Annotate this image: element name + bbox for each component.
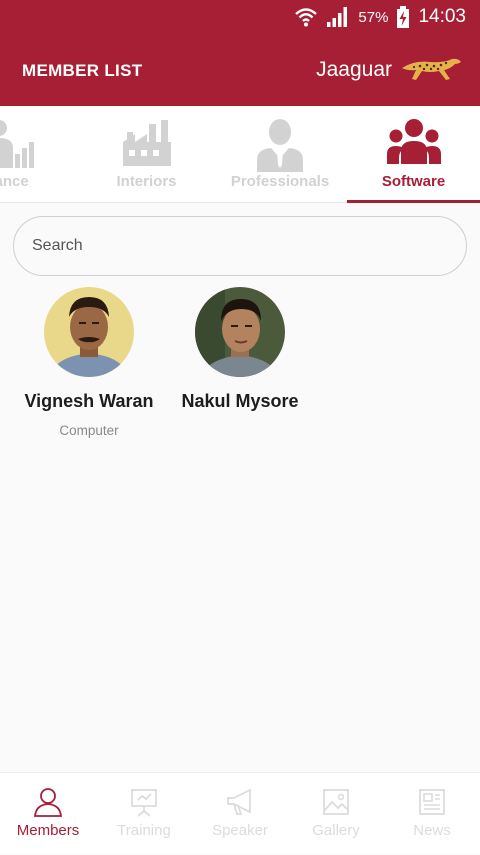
search-input[interactable] bbox=[32, 217, 452, 275]
bottom-navigation: Members Training Speaker Gallery News bbox=[0, 772, 480, 854]
factory-icon bbox=[122, 120, 171, 166]
tab-label: Professionals bbox=[230, 173, 330, 190]
nav-label: Gallery bbox=[312, 822, 360, 839]
newspaper-icon bbox=[419, 789, 445, 815]
tab-label: Software bbox=[381, 173, 446, 190]
tab-label: Interiors bbox=[116, 173, 177, 190]
group-icon bbox=[386, 119, 441, 164]
tab-software[interactable]: Software bbox=[347, 106, 480, 203]
member-name: Nakul Mysore bbox=[181, 391, 299, 411]
members-icon bbox=[34, 788, 62, 817]
member-name: Vignesh Waran bbox=[24, 391, 154, 411]
nav-label: Training bbox=[117, 822, 171, 839]
nav-news[interactable]: News bbox=[384, 773, 480, 855]
page-title: MEMBER LIST bbox=[22, 61, 143, 80]
search-box bbox=[13, 216, 467, 276]
bar-chart-icon bbox=[0, 120, 34, 168]
nav-members[interactable]: Members bbox=[0, 773, 96, 855]
tab-interiors[interactable]: Interiors bbox=[80, 106, 213, 203]
jaguar-logo-icon bbox=[402, 58, 461, 80]
brand-name: Jaaguar bbox=[316, 58, 392, 81]
status-bar: 57% 14:03 bbox=[0, 0, 480, 34]
member-category: Computer bbox=[59, 423, 119, 438]
nav-speaker[interactable]: Speaker bbox=[192, 773, 288, 855]
battery-percent: 57% bbox=[358, 8, 389, 26]
member-card[interactable]: Nakul Mysore bbox=[165, 287, 315, 423]
category-tabs: nance Interiors Professionals bbox=[0, 106, 480, 203]
megaphone-icon bbox=[227, 788, 251, 815]
nav-gallery[interactable]: Gallery bbox=[288, 773, 384, 855]
person-photo-icon bbox=[195, 287, 285, 377]
training-icon bbox=[131, 789, 157, 817]
tab-professionals[interactable]: Professionals bbox=[213, 106, 347, 203]
active-tab-indicator bbox=[347, 200, 480, 203]
tab-finance[interactable]: nance bbox=[0, 106, 82, 203]
nav-training[interactable]: Training bbox=[96, 773, 192, 855]
nav-label: News bbox=[413, 822, 451, 839]
clock: 14:03 bbox=[418, 6, 466, 27]
signal-icon bbox=[327, 7, 348, 27]
avatar bbox=[44, 287, 134, 377]
battery-charging-icon bbox=[397, 6, 410, 28]
nav-label: Speaker bbox=[212, 822, 268, 839]
wifi-icon bbox=[295, 8, 318, 27]
nav-label: Members bbox=[16, 822, 80, 839]
tab-label: nance bbox=[0, 173, 29, 190]
person-photo-icon bbox=[44, 287, 134, 377]
app-bar: MEMBER LIST Jaaguar bbox=[0, 34, 480, 106]
gallery-icon bbox=[323, 789, 349, 815]
businessman-icon bbox=[257, 119, 303, 172]
avatar bbox=[195, 287, 285, 377]
member-card[interactable]: Vignesh Waran Computer bbox=[14, 287, 164, 438]
